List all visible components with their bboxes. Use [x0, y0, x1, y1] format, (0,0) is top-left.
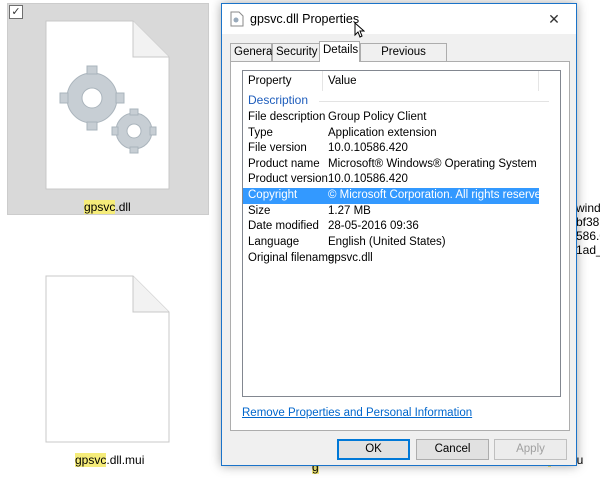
dll-file-icon: [45, 20, 170, 190]
section-heading: Description: [243, 93, 549, 109]
file-icon: [230, 11, 244, 27]
tab-security[interactable]: Security: [272, 43, 320, 61]
mouse-cursor-icon: [354, 22, 365, 38]
tab-general[interactable]: General: [230, 43, 275, 61]
tab-details[interactable]: Details: [319, 41, 360, 62]
mui-file-icon: [45, 275, 170, 443]
column-divider[interactable]: [322, 71, 323, 91]
property-row[interactable]: Date modified 28-05-2016 09:36: [243, 219, 539, 235]
property-row[interactable]: Product version 10.0.10586.420: [243, 172, 539, 188]
property-row[interactable]: Original filename gpsvc.dll: [243, 251, 539, 267]
remove-properties-link[interactable]: Remove Properties and Personal Informati…: [242, 407, 472, 419]
properties-dialog: gpsvc.dll Properties ✕ General Security …: [221, 3, 577, 466]
partial-filename-text: 1ad_g: [576, 243, 600, 257]
property-row[interactable]: File description Group Policy Client: [243, 110, 539, 126]
section-divider: [319, 101, 549, 102]
property-row[interactable]: Size 1.27 MB: [243, 204, 539, 220]
property-row-selected[interactable]: Copyright © Microsoft Corporation. All r…: [243, 188, 551, 204]
close-button[interactable]: ✕: [532, 4, 576, 34]
column-header-property[interactable]: Property: [248, 75, 291, 87]
close-icon: ✕: [548, 10, 560, 27]
details-panel: Property Value Description File descript…: [230, 61, 570, 431]
list-header: Property Value: [243, 71, 560, 91]
select-checkbox[interactable]: ✓: [9, 5, 23, 19]
title-bar[interactable]: gpsvc.dll Properties ✕: [222, 4, 576, 38]
tab-previous-versions[interactable]: Previous Versions: [360, 43, 447, 74]
property-row[interactable]: Product name Microsoft® Windows® Operati…: [243, 157, 539, 173]
file-label-gpsvc-dll[interactable]: gpsvc.dll: [84, 200, 131, 214]
property-row[interactable]: Language English (United States): [243, 235, 539, 251]
column-header-value[interactable]: Value: [328, 75, 357, 87]
properties-list[interactable]: Property Value Description File descript…: [242, 70, 561, 397]
dialog-title: gpsvc.dll Properties: [250, 12, 360, 26]
property-row[interactable]: Type Application extension: [243, 126, 539, 142]
cancel-button[interactable]: Cancel: [416, 439, 489, 460]
property-row[interactable]: File version 10.0.10586.420: [243, 141, 539, 157]
column-divider[interactable]: [538, 71, 539, 91]
file-label-gpsvc-dll-mui[interactable]: gpsvc.dll.mui: [75, 453, 144, 467]
ok-button[interactable]: OK: [337, 439, 410, 460]
apply-button[interactable]: Apply: [494, 439, 567, 460]
